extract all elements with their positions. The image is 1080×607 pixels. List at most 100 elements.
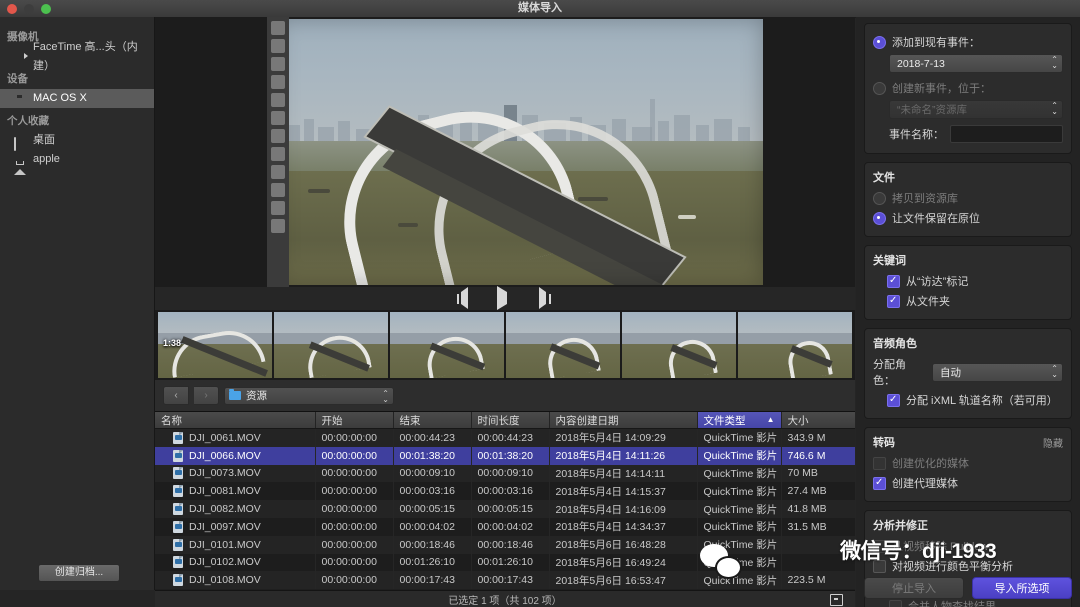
table-row[interactable]: DJI_0097.MOV 00:00:00:00 00:00:04:02 00:… — [155, 517, 855, 536]
skip-to-start-icon[interactable] — [457, 287, 473, 309]
create-archive-button[interactable]: 创建归档... — [38, 564, 120, 582]
col-duration[interactable]: 时间长度 — [471, 412, 550, 429]
create-proxy-label: 创建代理媒体 — [892, 478, 958, 490]
cell-name: DJI_0073.MOV — [155, 464, 316, 483]
consolidate-results-row[interactable]: 合并人物查找结果 — [873, 598, 1063, 607]
cell-start: 00:00:00:00 — [315, 428, 394, 447]
filmstrip-thumb[interactable]: 1:38 — [158, 312, 272, 378]
table-row[interactable]: DJI_0101.MOV 00:00:00:00 00:00:18:46 00:… — [155, 535, 855, 554]
video-preview[interactable] — [155, 17, 855, 287]
stop-import-button[interactable]: 停止导入 — [864, 577, 964, 599]
table-row[interactable]: DJI_0108.MOV 00:00:00:00 00:00:17:43 00:… — [155, 571, 855, 590]
sidebar-item-mac-os-x[interactable]: MAC OS X — [0, 89, 154, 108]
sidebar-item-apple[interactable]: apple — [0, 150, 154, 175]
filmstrip-thumb[interactable] — [506, 312, 620, 378]
cell-name: DJI_0108.MOV — [155, 571, 316, 590]
create-proxy-media-row[interactable]: 创建代理媒体 — [873, 475, 1063, 491]
col-name[interactable]: 名称 — [155, 412, 316, 429]
checkbox-unchecked-icon[interactable] — [889, 599, 902, 607]
checkbox-checked-icon[interactable] — [873, 476, 886, 490]
radio-off-icon[interactable] — [873, 191, 886, 205]
checkbox-unchecked-icon[interactable] — [873, 559, 886, 573]
add-existing-label: 添加到现有事件： — [892, 37, 980, 49]
radio-on-icon[interactable] — [873, 211, 886, 225]
col-start[interactable]: 开始 — [315, 412, 394, 429]
table-row[interactable]: DJI_0102.MOV 00:00:00:00 00:01:26:10 00:… — [155, 553, 855, 572]
cell-end: 00:00:17:43 — [393, 571, 472, 590]
cell-duration: 00:00:03:16 — [471, 482, 550, 501]
table-row[interactable]: DJI_0081.MOV 00:00:00:00 00:00:03:16 00:… — [155, 482, 855, 501]
col-created[interactable]: 内容创建日期 — [549, 412, 698, 429]
assign-role-select[interactable]: 自动 ⌃ ⌄ — [932, 362, 1063, 382]
table-row[interactable]: DJI_0066.MOV 00:00:00:00 00:01:38:20 00:… — [155, 446, 855, 465]
color-balance-label: 对视频进行颜色平衡分析 — [892, 561, 1013, 573]
filmstrip[interactable]: 1:38 — [155, 310, 855, 380]
table-row[interactable]: DJI_0073.MOV 00:00:00:00 00:00:09:10 00:… — [155, 464, 855, 483]
cell-created: 2018年5月4日 14:09:29 — [549, 428, 698, 447]
cell-duration: 00:01:26:10 — [471, 553, 550, 572]
media-import-window: 媒体导入 摄像机 FaceTime 高...头（内建） 设备 MAC OS X … — [0, 0, 1080, 607]
create-new-event-option[interactable]: 创建新事件，位于： — [873, 80, 1063, 96]
cell-duration: 00:00:04:02 — [471, 517, 550, 536]
back-button[interactable]: ‹ — [163, 386, 189, 405]
cell-created: 2018年5月4日 14:16:09 — [549, 500, 698, 518]
color-balance-row[interactable]: 对视频进行颜色平衡分析 — [873, 558, 1063, 574]
finder-tags-checkbox-row[interactable]: 从“访达”标记 — [873, 273, 1063, 289]
add-to-existing-event-option[interactable]: 添加到现有事件： — [873, 34, 1063, 50]
movie-file-icon — [173, 503, 183, 516]
filmstrip-thumb[interactable] — [622, 312, 736, 378]
skip-to-end-icon[interactable] — [537, 287, 553, 309]
from-folders-checkbox-row[interactable]: 从文件夹 — [873, 293, 1063, 309]
checkbox-checked-icon[interactable] — [887, 274, 900, 288]
sidebar-item-desktop[interactable]: 桌面 — [0, 131, 154, 151]
table-row[interactable]: DJI_0082.MOV 00:00:00:00 00:00:05:15 00:… — [155, 500, 855, 518]
cell-size: 27.4 MB — [781, 482, 855, 501]
new-event-library-select[interactable]: “未命名”资源库 ⌃ ⌄ — [889, 100, 1063, 119]
cell-end: 00:00:09:10 — [393, 464, 472, 483]
cell-created: 2018年5月6日 16:53:47 — [549, 571, 698, 590]
checkbox-unchecked-icon[interactable] — [873, 539, 886, 553]
radio-off-icon[interactable] — [873, 81, 886, 95]
checkbox-checked-icon[interactable] — [887, 393, 900, 407]
cell-end: 00:00:04:02 — [393, 517, 472, 536]
remove-pulldown-row[interactable]: 从视频移除 Pulldown — [873, 538, 1063, 554]
col-end[interactable]: 结束 — [393, 412, 472, 429]
cell-created: 2018年5月4日 14:15:37 — [549, 482, 698, 501]
filmstrip-thumb[interactable] — [390, 312, 504, 378]
checkbox-checked-icon[interactable] — [887, 294, 900, 308]
cell-name: DJI_0061.MOV — [155, 428, 316, 447]
cell-start: 00:00:00:00 — [315, 553, 394, 572]
chevron-updown-icon: ⌃ ⌄ — [1051, 363, 1058, 379]
col-kind[interactable]: 文件类型 ▲ — [697, 412, 782, 429]
cell-created: 2018年5月4日 14:14:11 — [549, 464, 698, 483]
transcode-hide-link[interactable]: 隐藏 — [1043, 435, 1063, 450]
leave-in-place-option[interactable]: 让文件保留在原位 — [873, 210, 1063, 226]
cell-end: 00:00:44:23 — [393, 428, 472, 447]
copy-to-library-option[interactable]: 拷贝到资源库 — [873, 190, 1063, 206]
cell-created: 2018年5月4日 14:11:26 — [549, 446, 698, 465]
create-optimized-media-row[interactable]: 创建优化的媒体 — [873, 455, 1063, 471]
status-bar: 已选定 1 项（共 102 项） — [155, 590, 855, 607]
forward-button[interactable]: › — [194, 386, 219, 405]
folder-path-popup[interactable]: 资源 ⌃ ⌄ — [224, 386, 394, 405]
import-selected-button[interactable]: 导入所选项 — [972, 577, 1072, 599]
filmstrip-thumb[interactable] — [274, 312, 388, 378]
file-table[interactable]: 名称 开始 结束 时间长度 内容创建日期 文件类型 ▲ 大小 DJI_0061.… — [155, 412, 855, 590]
filmstrip-thumb[interactable] — [738, 312, 852, 378]
col-size[interactable]: 大小 — [781, 412, 855, 429]
cell-created: 2018年5月6日 16:49:24 — [549, 553, 698, 572]
play-icon[interactable] — [497, 286, 513, 310]
sidebar-item-facetime[interactable]: FaceTime 高...头（内建） — [0, 41, 154, 72]
checkbox-unchecked-icon[interactable] — [873, 456, 886, 470]
filmstrip-view-icon[interactable] — [830, 594, 843, 606]
cell-duration: 00:00:44:23 — [471, 428, 550, 447]
table-row[interactable]: DJI_0061.MOV 00:00:00:00 00:00:44:23 00:… — [155, 428, 855, 447]
ixml-checkbox-row[interactable]: 分配 iXML 轨道名称（若可用） — [873, 392, 1063, 408]
cell-start: 00:00:00:00 — [315, 571, 394, 590]
cell-kind: QuickTime 影片 — [697, 535, 782, 554]
event-name-input[interactable] — [950, 125, 1063, 143]
desktop-icon — [14, 135, 27, 151]
existing-event-select[interactable]: 2018-7-13 ⌃ ⌄ — [889, 54, 1063, 73]
radio-on-icon[interactable] — [873, 35, 886, 49]
selection-status: 已选定 1 项（共 102 项） — [448, 596, 562, 607]
